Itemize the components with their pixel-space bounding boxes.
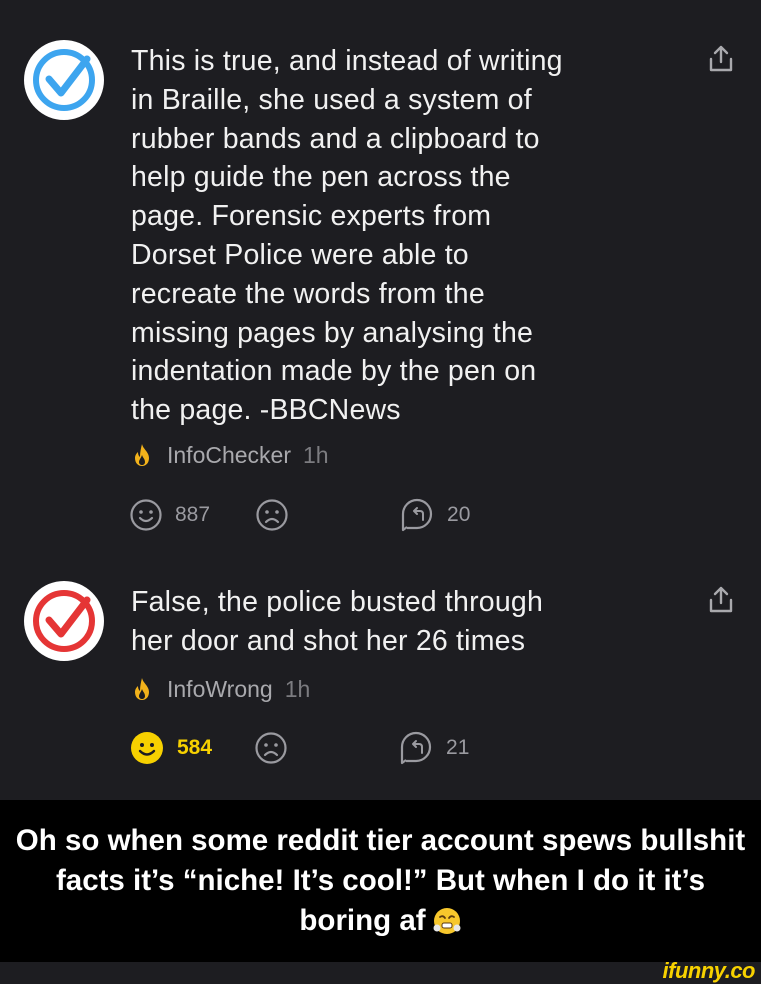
reply-button[interactable]: 21: [398, 730, 469, 766]
reply-button[interactable]: 20: [399, 497, 470, 533]
red-check-icon: [33, 590, 95, 652]
timestamp: 1h: [284, 675, 311, 702]
share-icon[interactable]: [706, 585, 736, 615]
reply-icon: [400, 731, 432, 765]
flame-icon: [135, 444, 149, 466]
smile-active-icon: [131, 732, 163, 764]
reply-count: 20: [447, 503, 471, 526]
flame-icon: [135, 678, 149, 700]
username[interactable]: InfoChecker: [167, 442, 291, 469]
reply-icon: [401, 498, 433, 532]
reply-count: 21: [446, 736, 470, 759]
unsmile-button[interactable]: [254, 731, 288, 765]
username[interactable]: InfoWrong: [167, 676, 273, 703]
meme-caption: Oh so when some reddit tier account spew…: [0, 800, 761, 962]
avatar[interactable]: [24, 581, 104, 661]
blue-check-icon: [33, 49, 95, 111]
avatar[interactable]: [24, 40, 104, 120]
comment-text: This is true, and instead of writing in …: [131, 45, 563, 427]
caption-text: Oh so when some reddit tier account spew…: [15, 824, 746, 937]
comment-actions: 887 20: [129, 497, 470, 533]
footer-bar: [0, 962, 761, 981]
unsmile-button[interactable]: [255, 498, 289, 532]
unsmile-icon: [255, 732, 287, 764]
share-icon[interactable]: [706, 44, 736, 74]
unsmile-icon: [256, 499, 288, 531]
timestamp: 1h: [303, 441, 329, 468]
smile-count: 887: [175, 503, 211, 526]
comment-meta: InfoChecker 1h: [131, 440, 329, 470]
smile-count: 584: [177, 736, 213, 759]
smile-button[interactable]: 887: [129, 498, 210, 532]
smile-button[interactable]: 584: [129, 730, 212, 766]
comment-actions: 584 21: [129, 730, 469, 766]
steam-face-emoji-icon: [433, 908, 461, 934]
ifunny-watermark: ifunny.co: [662, 958, 756, 983]
smile-icon: [130, 499, 162, 531]
comment-text: False, the police busted through her doo…: [131, 586, 543, 657]
comment-meta: InfoWrong 1h: [131, 674, 310, 704]
